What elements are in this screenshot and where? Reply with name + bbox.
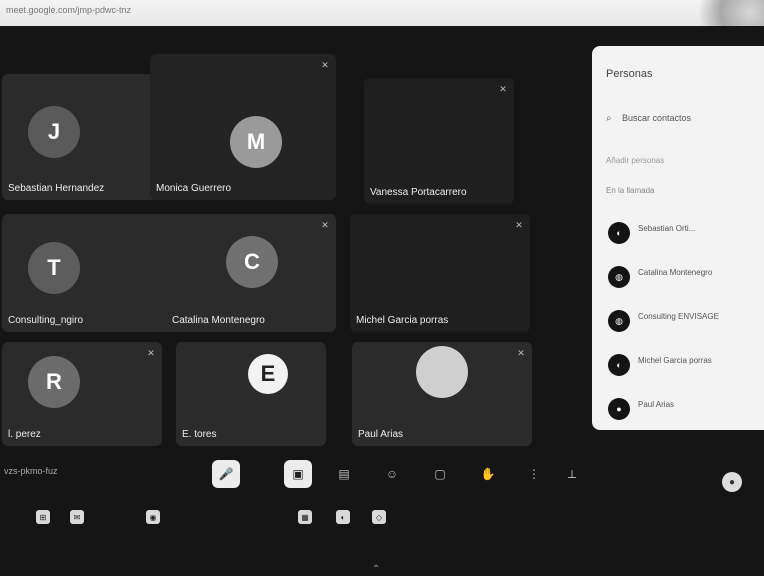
list-item[interactable]: ◐ Sebastian Orti... (602, 218, 762, 262)
chrome-icon[interactable]: ◐ (336, 510, 350, 524)
participant-name: l. perez (8, 429, 41, 440)
folder-icon[interactable]: ▦ (298, 510, 312, 524)
search-icon: ⌕ (606, 113, 612, 124)
mic-off-icon: ✕ (321, 60, 329, 70)
avatar: ◐ (608, 354, 630, 376)
participant-name: Consulting_ngiro (8, 315, 84, 326)
end-call-icon[interactable]: ● (722, 472, 742, 492)
meeting-id: vzs-pkmo-fuz (4, 466, 58, 476)
panel-section-label: En la llamada (606, 186, 655, 195)
participant-tile: E E. tores (176, 342, 326, 446)
participant-name: Catalina Montenegro (172, 315, 265, 326)
mail-icon[interactable]: ✉ (70, 510, 84, 524)
person-name: Paul Arias (638, 400, 675, 409)
people-panel: Personas ⌕ Buscar contactos Añadir perso… (592, 46, 764, 430)
participant-tile: R ✕ l. perez (2, 342, 162, 446)
participant-name: Monica Guerrero (156, 183, 232, 194)
person-name: Consulting ENVISAGE (638, 312, 719, 321)
mic-button[interactable]: 🎤 (212, 460, 240, 488)
participant-name: Michel Garcia porras (356, 315, 449, 326)
mic-off-icon: ✕ (515, 220, 523, 230)
avatar: C (226, 236, 278, 288)
participant-tile: C ✕ Catalina Montenegro (166, 214, 336, 332)
more-button[interactable]: ⋮ (520, 460, 548, 488)
participant-tile: ✕ Vanessa Portacarrero (364, 78, 514, 204)
person-name: Catalina Montenegro (638, 268, 713, 277)
mic-off-icon: ✕ (517, 348, 525, 358)
avatar: ◍ (608, 266, 630, 288)
panel-title: Personas (606, 68, 653, 80)
participant-name: Vanessa Portacarrero (370, 187, 467, 198)
avatar: R (28, 356, 80, 408)
avatar: ◍ (608, 310, 630, 332)
browser-top-bar: meet.google.com/jmp-pdwc-tnz (0, 0, 764, 26)
avatar: T (28, 242, 80, 294)
captions-button[interactable]: ▤ (330, 460, 358, 488)
avatar: M (230, 116, 282, 168)
people-list: ◐ Sebastian Orti... ◍ Catalina Montenegr… (602, 218, 762, 438)
url-text[interactable]: meet.google.com/jmp-pdwc-tnz (6, 5, 131, 15)
end-call-button[interactable]: ⟂ (558, 460, 586, 488)
panel-subtitle[interactable]: Añadir personas (606, 156, 664, 165)
app-icon[interactable]: ◇ (372, 510, 386, 524)
participant-tile: M ✕ Monica Guerrero (150, 54, 336, 200)
browser-icon[interactable]: ◉ (146, 510, 160, 524)
person-name: Sebastian Orti... (638, 224, 696, 233)
avatar: ● (608, 398, 630, 420)
raise-hand-button[interactable]: ✋ (474, 460, 502, 488)
list-item[interactable]: ◐ Michel Garcia porras (602, 350, 762, 394)
avatar: J (28, 106, 80, 158)
present-button[interactable]: ▢ (426, 460, 454, 488)
list-item[interactable]: ◍ Catalina Montenegro (602, 262, 762, 306)
avatar: E (248, 354, 288, 394)
participant-name: Sebastian Hernandez (8, 183, 105, 194)
participant-name: Paul Arias (358, 429, 404, 440)
mic-off-icon: ✕ (499, 84, 507, 94)
mic-off-icon: ✕ (321, 220, 329, 230)
avatar: ◐ (608, 222, 630, 244)
participant-tile: ✕ Michel Garcia porras (350, 214, 530, 332)
avatar (416, 346, 468, 398)
list-item[interactable]: ● Paul Arias (602, 394, 762, 438)
search-placeholder: Buscar contactos (622, 113, 692, 123)
camera-button[interactable]: ▣ (284, 460, 312, 488)
participant-tile: T ✕ Consulting_ngiro (2, 214, 182, 332)
emoji-button[interactable]: ☺ (378, 460, 406, 488)
participant-tile: ✕ Paul Arias (352, 342, 532, 446)
cursor-icon: ⌃ (372, 564, 381, 575)
participant-name: E. tores (182, 429, 217, 440)
mic-off-icon: ✕ (147, 348, 155, 358)
search-field[interactable]: ⌕ Buscar contactos (606, 112, 756, 130)
start-icon[interactable]: ⊞ (36, 510, 50, 524)
list-item[interactable]: ◍ Consulting ENVISAGE (602, 306, 762, 350)
person-name: Michel Garcia porras (638, 356, 712, 365)
